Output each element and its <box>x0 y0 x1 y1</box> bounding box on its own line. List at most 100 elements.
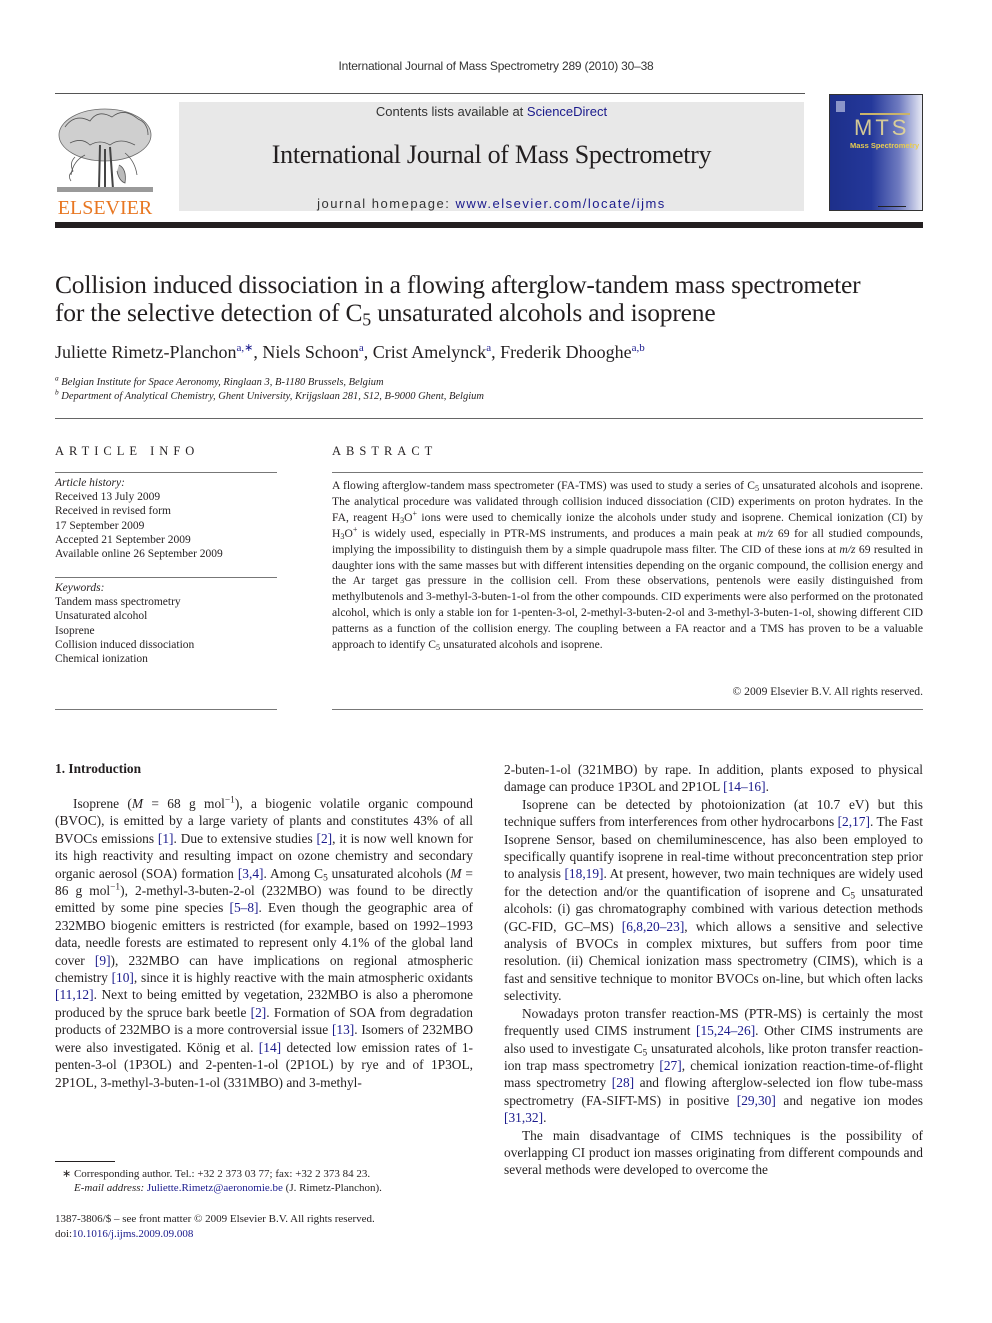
section-heading-introduction: 1. Introduction <box>55 761 142 776</box>
history-item: Available online 26 September 2009 <box>55 548 223 561</box>
author-affiliation-mark[interactable]: a,b <box>632 342 645 354</box>
superscript: −1 <box>224 795 235 806</box>
citation-link[interactable]: [18,19] <box>564 866 603 881</box>
abstract-copyright: © 2009 Elsevier B.V. All rights reserved… <box>732 685 923 698</box>
keywords: Keywords: Tandem mass spectrometry Unsatu… <box>55 581 285 666</box>
title-line-2b: unsaturated alcohols and isoprene <box>371 298 716 327</box>
front-matter: 1387-3806/$ – see front matter © 2009 El… <box>55 1212 475 1242</box>
text-run: 2-buten-1-ol (321MBO) by rape. In additi… <box>504 762 923 795</box>
abstract-heading: ABSTRACT <box>332 444 438 458</box>
divider <box>332 472 923 473</box>
affiliation-text: Belgian Institute for Space Aeronomy, Ri… <box>58 377 384 388</box>
text-run: = 68 g mol <box>143 796 225 811</box>
paragraph: 2-buten-1-ol (321MBO) by rape. In additi… <box>504 761 923 796</box>
abstract-run: unsaturated alcohols and isoprene. <box>440 638 603 652</box>
journal-title: International Journal of Mass Spectromet… <box>271 140 712 169</box>
text-run: . <box>765 779 769 795</box>
citation-link[interactable]: [9] <box>95 953 111 968</box>
citation-link[interactable]: [27] <box>659 1058 681 1073</box>
homepage-prefix: journal homepage: <box>317 196 456 211</box>
text-run: . <box>543 1110 547 1126</box>
author-affiliation-mark[interactable]: a <box>359 342 364 354</box>
article-title: Collision induced dissociation in a flow… <box>55 270 935 330</box>
journal-cover-thumbnail[interactable]: MTS Mass Spectrometry <box>829 94 923 211</box>
paragraph: Isoprene can be detected by photoionizat… <box>504 796 923 1005</box>
divider <box>55 472 277 473</box>
email-suffix: (J. Rimetz-Planchon). <box>282 1182 382 1195</box>
italic-term: m/z <box>757 526 774 540</box>
body-column-right: 2-buten-1-ol (321MBO) by rape. In additi… <box>504 761 923 1179</box>
text-run: Isoprene ( <box>73 796 132 811</box>
affiliation-text: Department of Analytical Chemistry, Ghen… <box>58 391 484 402</box>
history-label: Article history: <box>55 477 125 489</box>
contents-line: Contents lists available at ScienceDirec… <box>179 104 804 119</box>
citation-link[interactable]: [15,24–26] <box>696 1023 755 1038</box>
title-line-2a: for the selective detection of C <box>55 298 363 327</box>
text-run: The main disadvantage of CIMS techniques… <box>504 1127 923 1178</box>
doi-link[interactable]: 10.1016/j.ijms.2009.09.008 <box>72 1228 193 1240</box>
cover-footer-rule <box>878 206 906 207</box>
abstract-run: A flowing afterglow-tandem mass spectrom… <box>332 479 755 492</box>
divider <box>55 709 277 710</box>
citation-link[interactable]: [28] <box>612 1075 634 1090</box>
keyword: Chemical ionization <box>55 653 148 666</box>
citation-link[interactable]: [2,17] <box>838 814 870 829</box>
body-column-left: Isoprene (M = 68 g mol−1), a biogenic vo… <box>55 795 473 1091</box>
author-name[interactable]: Niels Schoon <box>262 342 359 362</box>
running-head: International Journal of Mass Spectromet… <box>338 59 654 73</box>
divider <box>332 709 923 710</box>
citation-link[interactable]: [14] <box>259 1040 281 1055</box>
elsevier-tree-icon: ELSEVIER <box>57 108 153 219</box>
top-rule <box>55 93 805 94</box>
author-affiliation-mark[interactable]: a <box>486 342 491 354</box>
paragraph: The main disadvantage of CIMS techniques… <box>504 1127 923 1179</box>
citation-link[interactable]: [29,30] <box>737 1093 776 1108</box>
history-list: Received 13 July 2009 Received in revised… <box>55 490 285 561</box>
history-item: Received in revised form <box>55 505 171 518</box>
journal-homepage-link[interactable]: www.elsevier.com/locate/ijms <box>455 196 665 211</box>
title-line-1: Collision induced dissociation in a flow… <box>55 270 861 299</box>
cover-label: Mass Spectrometry <box>850 141 920 150</box>
italic-term: m/z <box>839 542 856 556</box>
citation-link[interactable]: [11,12] <box>55 987 94 1002</box>
footnote-rule <box>55 1161 115 1162</box>
citation-link[interactable]: [6,8,20–23] <box>622 919 684 934</box>
citation-link[interactable]: [5–8] <box>230 900 259 915</box>
author-list: Juliette Rimetz-Planchona,∗, Niels Schoo… <box>55 342 645 362</box>
citation-link[interactable]: [1] <box>158 831 174 846</box>
corresponding-author-line: ∗ Corresponding author. Tel.: +32 2 373 … <box>62 1168 371 1180</box>
title-subscript: 5 <box>362 309 372 330</box>
citation-link[interactable]: [13] <box>332 1022 354 1037</box>
article-history: Article history: Received 13 July 2009 Re… <box>55 476 285 561</box>
italic-symbol: M <box>131 796 144 811</box>
sciencedirect-link[interactable]: ScienceDirect <box>527 104 607 119</box>
citation-link[interactable]: [14–16] <box>723 779 765 794</box>
email-link[interactable]: Juliette.Rimetz@aeronomie.be <box>147 1182 283 1194</box>
header-divider <box>55 222 923 228</box>
citation-link[interactable]: [2] <box>317 831 333 846</box>
author-affiliation-mark[interactable]: a,∗ <box>236 342 253 354</box>
contents-prefix: Contents lists available at <box>375 104 527 119</box>
author-name[interactable]: Frederik Dhooghe <box>500 342 631 362</box>
citation-link[interactable]: [10] <box>112 970 134 985</box>
email-label: E-mail address: <box>74 1182 147 1195</box>
text-run: unsaturated alcohols ( <box>327 865 451 881</box>
citation-link[interactable]: [2] <box>251 1005 267 1020</box>
affiliation-divider <box>55 418 923 419</box>
citation-link[interactable]: [3,4] <box>238 866 264 881</box>
abstract-run: 69 resulted in daughter ions with the sa… <box>332 542 923 652</box>
article-info-heading: ARTICLE INFO <box>55 444 200 458</box>
citation-link[interactable]: [31,32] <box>504 1110 543 1125</box>
abstract-text: A flowing afterglow-tandem mass spectrom… <box>332 478 923 653</box>
author-name[interactable]: Crist Amelynck <box>373 342 487 362</box>
doi-label: doi: <box>55 1228 73 1240</box>
issn-line: 1387-3806/$ – see front matter © 2009 El… <box>55 1213 375 1225</box>
affiliation: b Department of Analytical Chemistry, Gh… <box>55 388 935 404</box>
elsevier-logo[interactable]: ELSEVIER <box>55 105 155 219</box>
keywords-label: Keywords: <box>55 582 105 594</box>
text-run: . Among C <box>263 865 324 881</box>
keyword: Unsaturated alcohol <box>55 610 148 623</box>
elsevier-wordmark: ELSEVIER <box>58 197 153 217</box>
author-name[interactable]: Juliette Rimetz-Planchon <box>55 342 236 362</box>
superscript: −1 <box>110 882 121 893</box>
